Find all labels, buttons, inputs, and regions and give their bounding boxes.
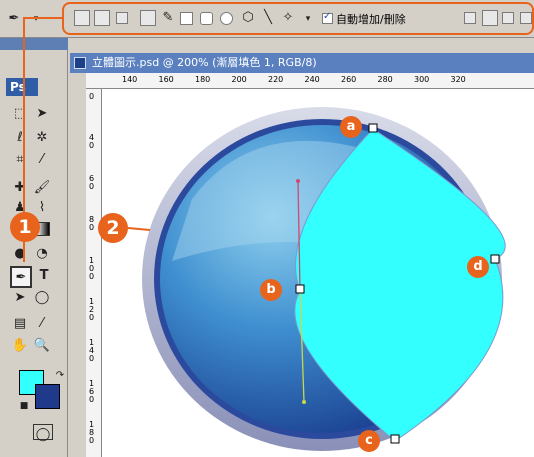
- callout-badge-d: d: [467, 256, 489, 278]
- callout-lines: [23, 17, 151, 262]
- callout-line-2: [127, 227, 151, 231]
- callout-badge-c: c: [358, 430, 380, 452]
- callout-line-1: [23, 17, 62, 214]
- callout-badge-b: b: [260, 279, 282, 301]
- callout-badge-a: a: [340, 116, 362, 138]
- callout-badge-1: 1: [10, 212, 40, 242]
- callout-badge-2: 2: [98, 213, 128, 243]
